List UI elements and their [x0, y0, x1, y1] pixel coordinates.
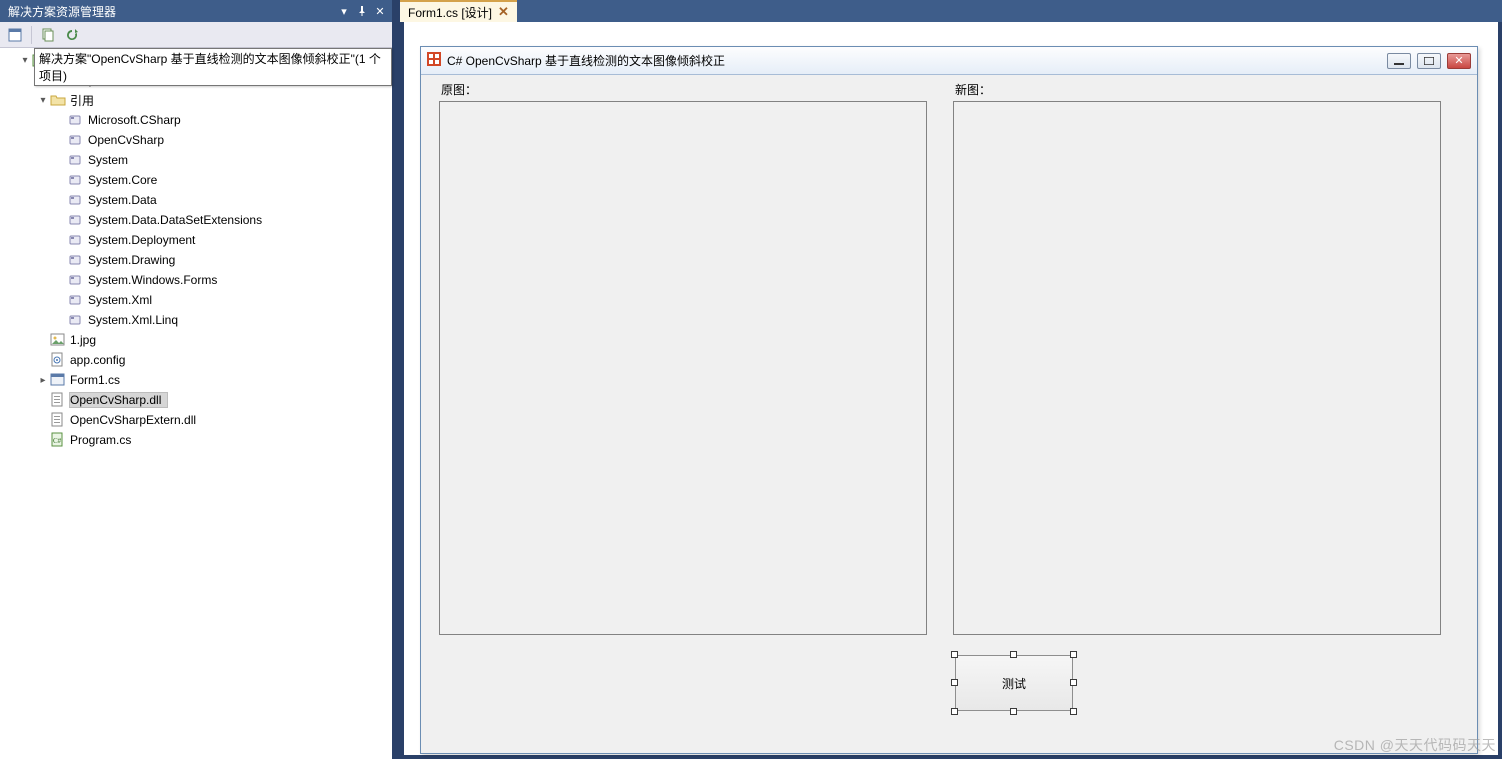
solution-explorer-panel: 解决方案资源管理器 ▾ ✕ 解决方案"OpenCvSharp 基于直线检测的文本…	[0, 0, 396, 759]
file-item-config[interactable]: app.config	[0, 350, 392, 370]
expand-icon[interactable]: ▾	[36, 95, 50, 106]
minimize-button[interactable]	[1387, 53, 1411, 69]
svg-text:C#: C#	[53, 437, 62, 445]
label-original: 原图：	[441, 81, 477, 98]
reference-icon	[68, 272, 84, 288]
close-icon[interactable]: ✕	[372, 3, 388, 19]
app-icon	[427, 52, 441, 69]
form-icon	[50, 372, 66, 388]
resize-handle[interactable]	[1010, 651, 1017, 658]
pin-icon[interactable]	[354, 3, 370, 19]
reference-item[interactable]: System.Windows.Forms	[0, 270, 392, 290]
winforms-designer-window[interactable]: C# OpenCvSharp 基于直线检测的文本图像倾斜校正 ✕ 原图： 新图：…	[420, 46, 1478, 754]
expand-icon[interactable]: ▾	[18, 55, 32, 66]
solution-explorer-title: 解决方案资源管理器	[8, 3, 116, 20]
window-title: C# OpenCvSharp 基于直线检测的文本图像倾斜校正	[447, 52, 725, 69]
reference-item[interactable]: System.Xml.Linq	[0, 310, 392, 330]
solution-tree[interactable]: ▾ C# OpenCvSharp 基于直线检测的文本图像倾斜校正 ▸ Prope…	[0, 48, 392, 759]
reference-item[interactable]: OpenCvSharp	[0, 130, 392, 150]
reference-item[interactable]: System.Xml	[0, 290, 392, 310]
maximize-button[interactable]	[1417, 53, 1441, 69]
panel-menu-icon[interactable]: ▾	[336, 3, 352, 19]
reference-item[interactable]: System.Core	[0, 170, 392, 190]
tab-close-icon[interactable]: ✕	[498, 4, 509, 20]
config-file-icon	[50, 352, 66, 368]
toolbar-separator	[31, 26, 32, 44]
cs-file-icon: C#	[50, 432, 66, 448]
file-item-cs[interactable]: C# Program.cs	[0, 430, 392, 450]
selected-control[interactable]: 测试	[955, 655, 1073, 711]
picturebox-original[interactable]	[439, 101, 927, 635]
reference-item[interactable]: System.Data.DataSetExtensions	[0, 210, 392, 230]
dll-file-icon	[50, 392, 66, 408]
resize-handle[interactable]	[1070, 679, 1077, 686]
resize-handle[interactable]	[951, 679, 958, 686]
document-tabs: Form1.cs [设计] ✕	[400, 0, 1502, 22]
designer-surface[interactable]: C# OpenCvSharp 基于直线检测的文本图像倾斜校正 ✕ 原图： 新图：…	[400, 22, 1502, 759]
solution-node-tooltip: 解决方案"OpenCvSharp 基于直线检测的文本图像倾斜校正"(1 个项目)	[34, 48, 392, 86]
reference-icon	[68, 152, 84, 168]
reference-item[interactable]: Microsoft.CSharp	[0, 110, 392, 130]
document-tab-active[interactable]: Form1.cs [设计] ✕	[400, 0, 517, 22]
reference-icon	[68, 172, 84, 188]
solution-explorer-toolbar	[0, 22, 392, 48]
picturebox-new[interactable]	[953, 101, 1441, 635]
file-item-dll[interactable]: OpenCvSharpExtern.dll	[0, 410, 392, 430]
reference-icon	[68, 292, 84, 308]
reference-item[interactable]: System.Deployment	[0, 230, 392, 250]
reference-item[interactable]: System.Drawing	[0, 250, 392, 270]
resize-handle[interactable]	[1070, 651, 1077, 658]
reference-icon	[68, 252, 84, 268]
reference-icon	[68, 232, 84, 248]
file-item-form[interactable]: ▸ Form1.cs	[0, 370, 392, 390]
reference-item[interactable]: System.Data	[0, 190, 392, 210]
file-item-dll-selected[interactable]: OpenCvSharp.dll	[0, 390, 392, 410]
label-new: 新图：	[955, 81, 991, 98]
resize-handle[interactable]	[951, 708, 958, 715]
properties-button[interactable]	[4, 24, 26, 46]
reference-icon	[68, 192, 84, 208]
document-well: Form1.cs [设计] ✕ C# OpenCvSharp 基于直线检测的文本…	[400, 0, 1502, 759]
dll-file-icon	[50, 412, 66, 428]
refresh-button[interactable]	[61, 24, 83, 46]
resize-handle[interactable]	[951, 651, 958, 658]
reference-icon	[68, 112, 84, 128]
file-item-image[interactable]: 1.jpg	[0, 330, 392, 350]
close-button[interactable]: ✕	[1447, 53, 1471, 69]
image-file-icon	[50, 332, 66, 348]
reference-icon	[68, 212, 84, 228]
expand-icon[interactable]: ▸	[36, 375, 50, 386]
folder-icon	[50, 92, 66, 108]
test-button[interactable]: 测试	[955, 655, 1073, 711]
resize-handle[interactable]	[1010, 708, 1017, 715]
reference-icon	[68, 312, 84, 328]
references-node[interactable]: ▾ 引用	[0, 90, 392, 110]
solution-explorer-titlebar[interactable]: 解决方案资源管理器 ▾ ✕	[0, 0, 392, 22]
resize-handle[interactable]	[1070, 708, 1077, 715]
reference-item[interactable]: System	[0, 150, 392, 170]
show-all-files-button[interactable]	[37, 24, 59, 46]
winforms-titlebar: C# OpenCvSharp 基于直线检测的文本图像倾斜校正 ✕	[421, 47, 1477, 75]
form-client-area[interactable]: 原图： 新图： 测试	[421, 75, 1477, 753]
tab-label: Form1.cs [设计]	[408, 4, 492, 21]
reference-icon	[68, 132, 84, 148]
